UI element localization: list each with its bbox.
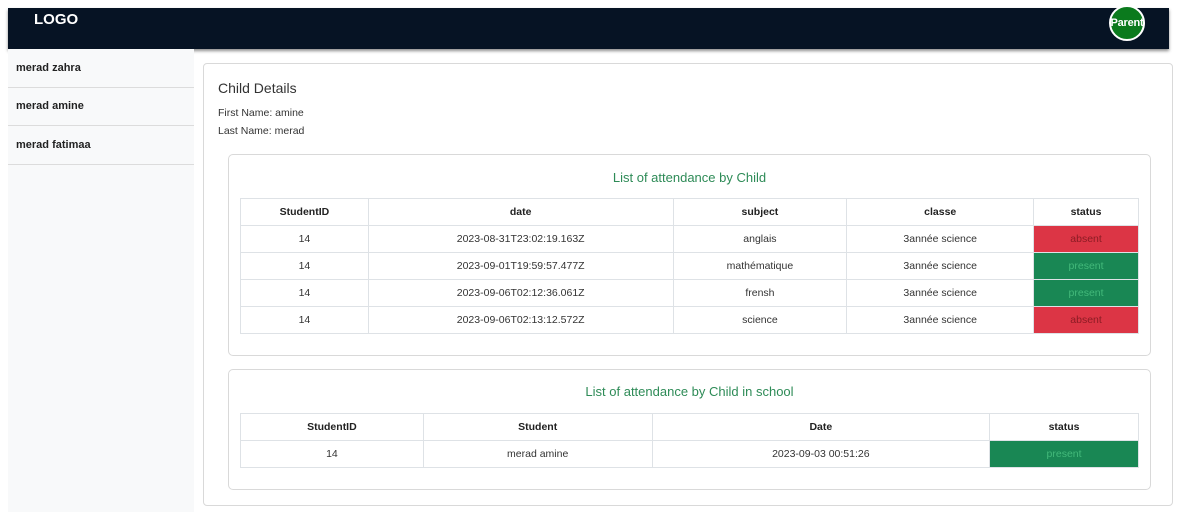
col-header-status: status <box>1033 198 1139 226</box>
status-badge: present <box>1033 279 1139 307</box>
table-row: 14 2023-09-01T19:59:57.477Z mathématique… <box>240 252 1139 280</box>
cell-date: 2023-09-03 00:51:26 <box>651 440 991 468</box>
cell-classe: 3année science <box>846 252 1035 280</box>
status-badge: present <box>1033 252 1139 280</box>
col-header-classe: classe <box>846 198 1035 226</box>
cell-classe: 3année science <box>846 279 1035 307</box>
table-row: 14 2023-09-06T02:12:36.061Z frensh 3anné… <box>240 279 1139 307</box>
col-header-student: Student <box>422 413 653 441</box>
table-header-row: StudentID Student Date status <box>240 413 1139 441</box>
status-badge: present <box>989 440 1139 468</box>
cell-date: 2023-09-01T19:59:57.477Z <box>367 252 674 280</box>
col-header-date: Date <box>651 413 991 441</box>
col-header-studentid: StudentID <box>240 413 424 441</box>
cell-subject: mathématique <box>672 252 848 280</box>
attendance-table: StudentID date subject classe status 14 … <box>240 198 1139 334</box>
sidebar-item-merad-zahra[interactable]: merad zahra <box>8 49 194 88</box>
col-header-status: status <box>989 413 1139 441</box>
child-details-card: Child Details First Name: amine Last Nam… <box>203 63 1173 506</box>
cell-studentid: 14 <box>240 252 369 280</box>
cell-studentid: 14 <box>240 225 369 253</box>
cell-date: 2023-08-31T23:02:19.163Z <box>367 225 674 253</box>
attendance-title: List of attendance by Child <box>612 170 767 185</box>
page-title: Child Details <box>218 80 297 96</box>
logo[interactable]: LOGO <box>34 11 78 28</box>
cell-studentid: 14 <box>240 279 369 307</box>
cell-studentid: 14 <box>240 440 424 468</box>
cell-date: 2023-09-06T02:13:12.572Z <box>367 306 674 334</box>
col-header-studentid: StudentID <box>240 198 369 226</box>
table-row: 14 merad amine 2023-09-03 00:51:26 prese… <box>240 440 1139 468</box>
table-header-row: StudentID date subject classe status <box>240 198 1139 226</box>
status-badge: absent <box>1033 306 1139 334</box>
table-row: 14 2023-08-31T23:02:19.163Z anglais 3ann… <box>240 225 1139 253</box>
table-row: 14 2023-09-06T02:13:12.572Z science 3ann… <box>240 306 1139 334</box>
cell-subject: anglais <box>672 225 848 253</box>
school-attendance-card: List of attendance by Child in school St… <box>228 369 1151 490</box>
top-navbar: LOGO Parent <box>8 5 1169 49</box>
parent-avatar[interactable]: Parent <box>1109 5 1145 41</box>
cell-studentid: 14 <box>240 306 369 334</box>
sidebar-item-merad-fatimaa[interactable]: merad fatimaa <box>8 126 194 165</box>
school-attendance-table: StudentID Student Date status 14 merad a… <box>240 413 1139 468</box>
sidebar-item-label: merad amine <box>16 100 84 113</box>
sidebar-item-label: merad fatimaa <box>16 138 91 151</box>
status-badge: absent <box>1033 225 1139 253</box>
cell-classe: 3année science <box>846 225 1035 253</box>
attendance-card: List of attendance by Child StudentID da… <box>228 154 1151 356</box>
col-header-subject: subject <box>672 198 848 226</box>
cell-date: 2023-09-06T02:12:36.061Z <box>367 279 674 307</box>
cell-student: merad amine <box>422 440 653 468</box>
cell-subject: frensh <box>672 279 848 307</box>
col-header-date: date <box>367 198 674 226</box>
school-attendance-title: List of attendance by Child in school <box>585 384 794 399</box>
sidebar-item-merad-amine[interactable]: merad amine <box>8 88 194 126</box>
cell-subject: science <box>672 306 848 334</box>
cell-classe: 3année science <box>846 306 1035 334</box>
first-name-text: First Name: amine <box>218 107 304 119</box>
sidebar: merad zahra merad amine merad fatimaa <box>8 49 194 512</box>
sidebar-item-label: merad zahra <box>16 61 81 74</box>
last-name-text: Last Name: merad <box>218 125 305 137</box>
